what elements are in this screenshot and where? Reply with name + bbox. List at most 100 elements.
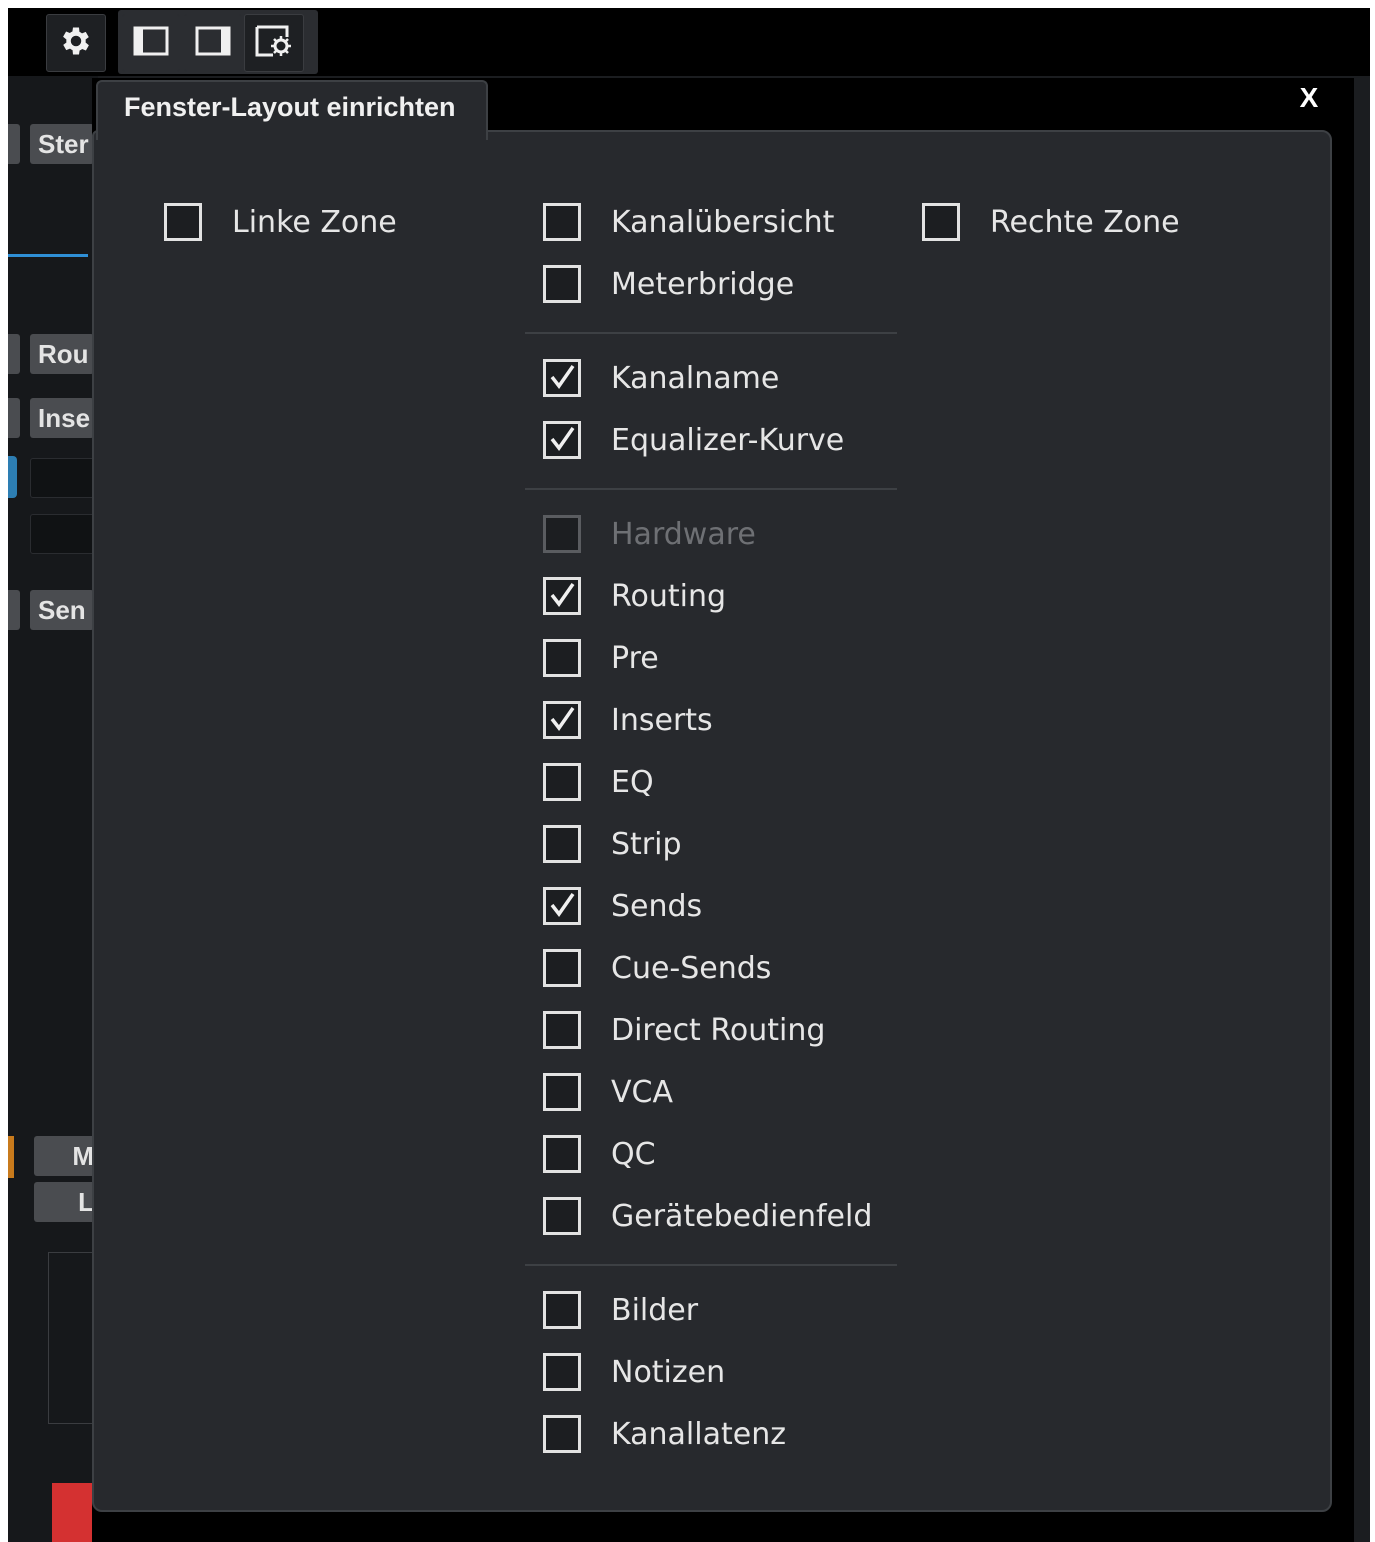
strip-edge: [8, 124, 20, 164]
checkbox-sends[interactable]: Sends: [543, 882, 702, 930]
strip-button-routing[interactable]: Rou: [30, 334, 94, 374]
checkbox-box[interactable]: [543, 701, 581, 739]
strip-edge: [8, 398, 20, 438]
checkbox-label: Routing: [611, 578, 727, 614]
left-zone-button[interactable]: [122, 14, 180, 72]
check-icon: [550, 892, 575, 917]
check-icon: [550, 364, 575, 389]
separator: [525, 1264, 897, 1266]
checkbox-box[interactable]: [543, 1415, 581, 1453]
gear-icon: [58, 23, 94, 63]
checkbox-cue-sends[interactable]: Cue-Sends: [543, 944, 771, 992]
checkbox-equalizer-curve[interactable]: Equalizer-Kurve: [543, 416, 844, 464]
checkbox-label: Kanalübersicht: [611, 204, 835, 240]
checkbox-qc[interactable]: QC: [543, 1130, 656, 1178]
checkbox-overview[interactable]: Kanalübersicht: [543, 198, 834, 246]
checkbox-label: EQ: [611, 764, 654, 800]
window-layout-dialog: [92, 130, 1332, 1512]
checkbox-box[interactable]: [543, 1353, 581, 1391]
top-toolbar: [8, 8, 1370, 76]
checkbox-label: Kanalname: [611, 360, 780, 396]
checkbox-box[interactable]: [543, 949, 581, 987]
window-settings-icon: [255, 25, 293, 61]
tab-join: [98, 128, 486, 136]
strip-button-sends[interactable]: Sen: [30, 590, 94, 630]
close-button[interactable]: X: [1296, 80, 1322, 116]
checkbox-box[interactable]: [543, 577, 581, 615]
checkbox-channel-latency[interactable]: Kanallatenz: [543, 1410, 786, 1458]
right-zone-button[interactable]: [184, 14, 242, 72]
checkbox-box[interactable]: [543, 421, 581, 459]
checkbox-label: Meterbridge: [611, 266, 795, 302]
window-layout-button[interactable]: [244, 14, 304, 72]
checkbox-notes[interactable]: Notizen: [543, 1348, 725, 1396]
mute-button[interactable]: M: [34, 1136, 98, 1176]
checkbox-meterbridge[interactable]: Meterbridge: [543, 260, 794, 308]
checkbox-box[interactable]: [543, 359, 581, 397]
checkbox-label: Sends: [611, 888, 703, 924]
checkbox-direct-routing[interactable]: Direct Routing: [543, 1006, 825, 1054]
strip-edge: [8, 590, 20, 630]
checkbox-box: [543, 515, 581, 553]
insert-slot[interactable]: [30, 514, 98, 554]
checkbox-label: Hardware: [611, 516, 756, 552]
checkbox-label: Equalizer-Kurve: [611, 422, 845, 458]
checkbox-box[interactable]: [543, 1291, 581, 1329]
checkbox-label: Gerätebedienfeld: [611, 1198, 873, 1234]
checkbox-box[interactable]: [543, 763, 581, 801]
checkbox-box[interactable]: [543, 825, 581, 863]
insert-slot[interactable]: [30, 458, 98, 498]
checkbox-device-panel[interactable]: Gerätebedienfeld: [543, 1192, 872, 1240]
right-zone-icon: [195, 26, 231, 60]
checkbox-label: Strip: [611, 826, 682, 862]
strip-button-inserts[interactable]: Inse: [30, 398, 94, 438]
checkbox-label: Linke Zone: [232, 204, 397, 240]
level-meter: [52, 1483, 92, 1542]
separator: [525, 332, 897, 334]
checkbox-box[interactable]: [543, 1135, 581, 1173]
settings-button[interactable]: [46, 14, 106, 72]
checkbox-label: Rechte Zone: [990, 204, 1180, 240]
checkbox-label: Direct Routing: [611, 1012, 826, 1048]
dialog-title: Fenster-Layout einrichten: [124, 92, 456, 122]
checkbox-label: Inserts: [611, 702, 713, 738]
checkbox-strip[interactable]: Strip: [543, 820, 682, 868]
blue-indicator-line: [8, 254, 88, 257]
check-icon: [550, 582, 575, 607]
checkbox-box[interactable]: [164, 203, 202, 241]
checkbox-vca[interactable]: VCA: [543, 1068, 673, 1116]
checkbox-routing[interactable]: Routing: [543, 572, 726, 620]
checkbox-box[interactable]: [543, 265, 581, 303]
checkbox-channel-name[interactable]: Kanalname: [543, 354, 779, 402]
checkbox-pictures[interactable]: Bilder: [543, 1286, 698, 1334]
left-zone-icon: [133, 26, 169, 60]
checkbox-left-zone[interactable]: Linke Zone: [164, 198, 397, 246]
checkbox-label: VCA: [611, 1074, 673, 1110]
checkbox-label: Notizen: [611, 1354, 726, 1390]
checkbox-pre[interactable]: Pre: [543, 634, 659, 682]
checkbox-eq[interactable]: EQ: [543, 758, 654, 806]
checkbox-box[interactable]: [543, 203, 581, 241]
strip-edge: [8, 334, 20, 374]
checkbox-label: Cue-Sends: [611, 950, 772, 986]
orange-indicator: [8, 1136, 14, 1178]
checkbox-box[interactable]: [543, 1073, 581, 1111]
strip-button-stereo[interactable]: Ster: [30, 124, 94, 164]
checkbox-right-zone[interactable]: Rechte Zone: [922, 198, 1180, 246]
checkbox-box[interactable]: [543, 639, 581, 677]
checkbox-label: Pre: [611, 640, 659, 676]
blue-indicator: [8, 456, 17, 498]
listen-button[interactable]: L: [34, 1182, 98, 1222]
checkbox-hardware: Hardware: [543, 510, 756, 558]
checkbox-label: Kanallatenz: [611, 1416, 786, 1452]
check-icon: [550, 706, 575, 731]
check-icon: [550, 426, 575, 451]
checkbox-box[interactable]: [543, 1197, 581, 1235]
checkbox-inserts[interactable]: Inserts: [543, 696, 713, 744]
checkbox-label: Bilder: [611, 1292, 699, 1328]
checkbox-box[interactable]: [543, 887, 581, 925]
checkbox-box[interactable]: [922, 203, 960, 241]
checkbox-box[interactable]: [543, 1011, 581, 1049]
separator: [525, 488, 897, 490]
level-meter-frame: [48, 1252, 98, 1424]
